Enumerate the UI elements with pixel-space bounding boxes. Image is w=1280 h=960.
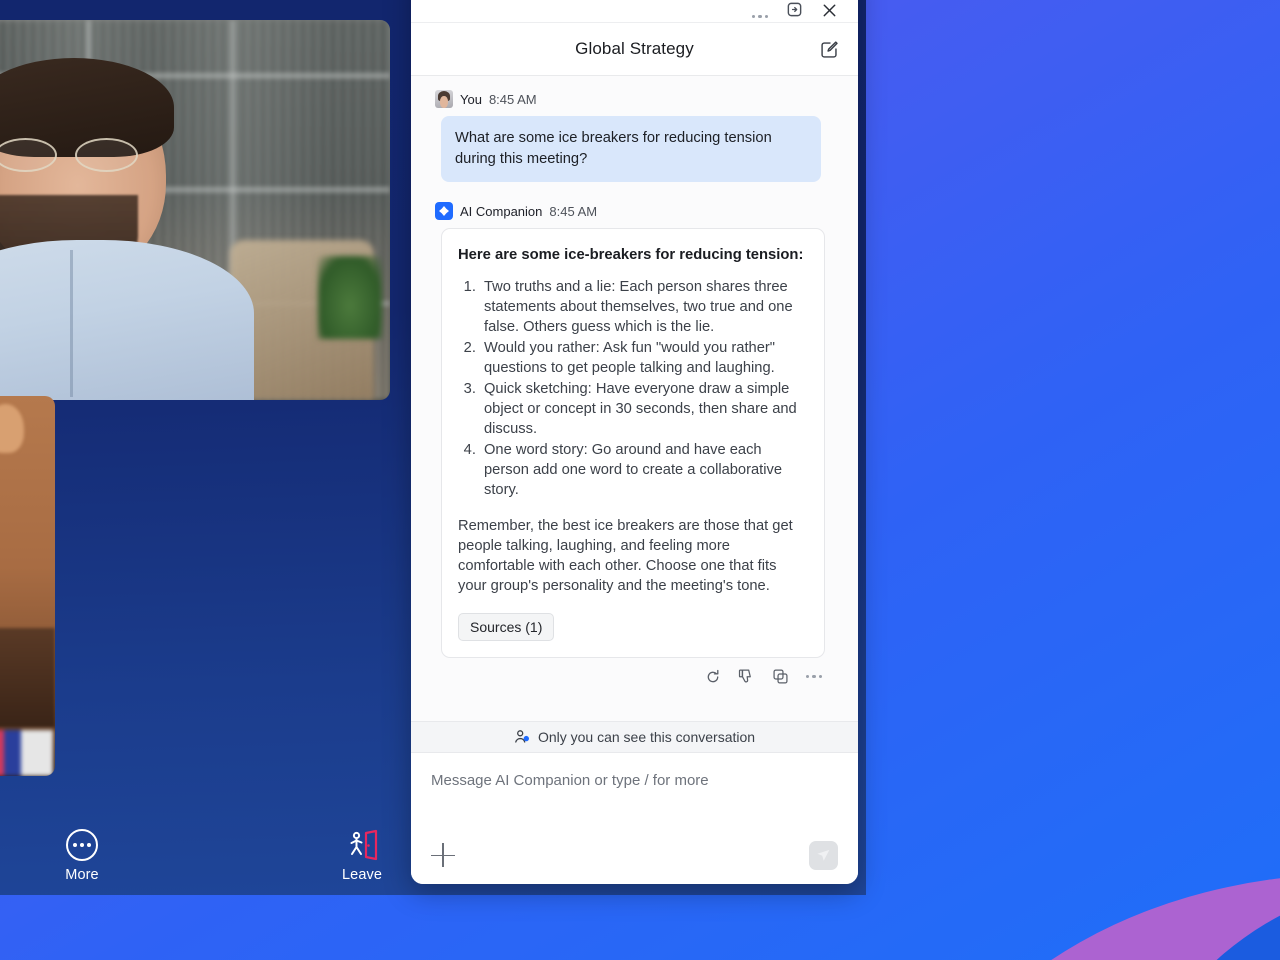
main-speaker-video-tile[interactable] [0, 20, 390, 400]
more-options-icon[interactable] [751, 14, 768, 18]
message-author: AI Companion [460, 203, 543, 219]
leave-button-label: Leave [341, 867, 382, 883]
more-button-label: More [65, 867, 99, 883]
message-composer: Message AI Companion or type / for more [411, 753, 858, 884]
video-background-plant [318, 255, 382, 340]
video-background-wall-object [0, 403, 25, 453]
composer-controls [431, 841, 838, 870]
more-button[interactable]: More [52, 829, 112, 883]
message-meta-ai: AI Companion 8:45 AM [411, 202, 858, 220]
ai-response-heading: Here are some ice-breakers for reducing … [458, 247, 804, 263]
copy-icon[interactable] [772, 668, 789, 685]
user-avatar [435, 90, 453, 108]
list-item: Quick sketching: Have everyone draw a si… [480, 379, 806, 439]
privacy-notice-text: Only you can see this conversation [537, 729, 756, 745]
secondary-participant-video-tile[interactable] [0, 396, 55, 776]
thumbs-down-icon[interactable] [738, 668, 755, 685]
panel-title: Global Strategy [575, 39, 694, 58]
ice-breaker-list: Two truths and a lie: Each person shares… [480, 277, 806, 500]
sources-button[interactable]: Sources (1) [458, 613, 555, 641]
video-background-cups [0, 730, 53, 776]
close-icon[interactable] [821, 1, 838, 18]
privacy-notice: Only you can see this conversation [411, 721, 858, 753]
ai-response-card: Here are some ice-breakers for reducing … [441, 228, 825, 658]
ai-response-outro: Remember, the best ice breakers are thos… [458, 518, 793, 594]
popout-icon[interactable] [786, 1, 803, 18]
ai-response-actions [411, 658, 858, 697]
panel-window-controls [411, 0, 858, 23]
participant-shirt [0, 240, 254, 400]
plus-icon[interactable] [431, 842, 457, 869]
video-grid [0, 0, 410, 810]
send-button[interactable] [809, 841, 838, 870]
panel-header: Global Strategy [411, 23, 858, 76]
message-author: You [460, 91, 482, 107]
leave-door-icon [350, 829, 378, 861]
ai-companion-panel: Global Strategy You 8:45 AM What are som… [411, 0, 858, 884]
message-input[interactable]: Message AI Companion or type / for more [431, 771, 838, 791]
list-item: Would you rather: Ask fun "would you rat… [480, 338, 806, 378]
list-item: Two truths and a lie: Each person shares… [480, 277, 806, 337]
conversation-thread[interactable]: You 8:45 AM What are some ice breakers f… [411, 76, 858, 721]
list-item: One word story: Go around and have each … [480, 440, 806, 500]
more-actions-icon[interactable] [805, 674, 822, 679]
leave-button[interactable]: Leave [332, 829, 392, 883]
compose-edit-icon[interactable] [814, 34, 844, 64]
send-plane-icon [817, 849, 830, 861]
ai-companion-icon [435, 202, 453, 220]
regenerate-icon[interactable] [705, 669, 721, 685]
participant-glasses-icon [0, 137, 138, 172]
private-person-icon [514, 729, 530, 745]
wallpaper-accent-wedge [890, 855, 1280, 960]
video-background-desk [0, 627, 55, 727]
user-message-bubble: What are some ice breakers for reducing … [441, 116, 821, 182]
circle-ellipsis-icon [66, 829, 98, 861]
message-timestamp: 8:45 AM [549, 203, 598, 219]
message-timestamp: 8:45 AM [488, 91, 537, 107]
message-meta-user: You 8:45 AM [411, 90, 858, 108]
